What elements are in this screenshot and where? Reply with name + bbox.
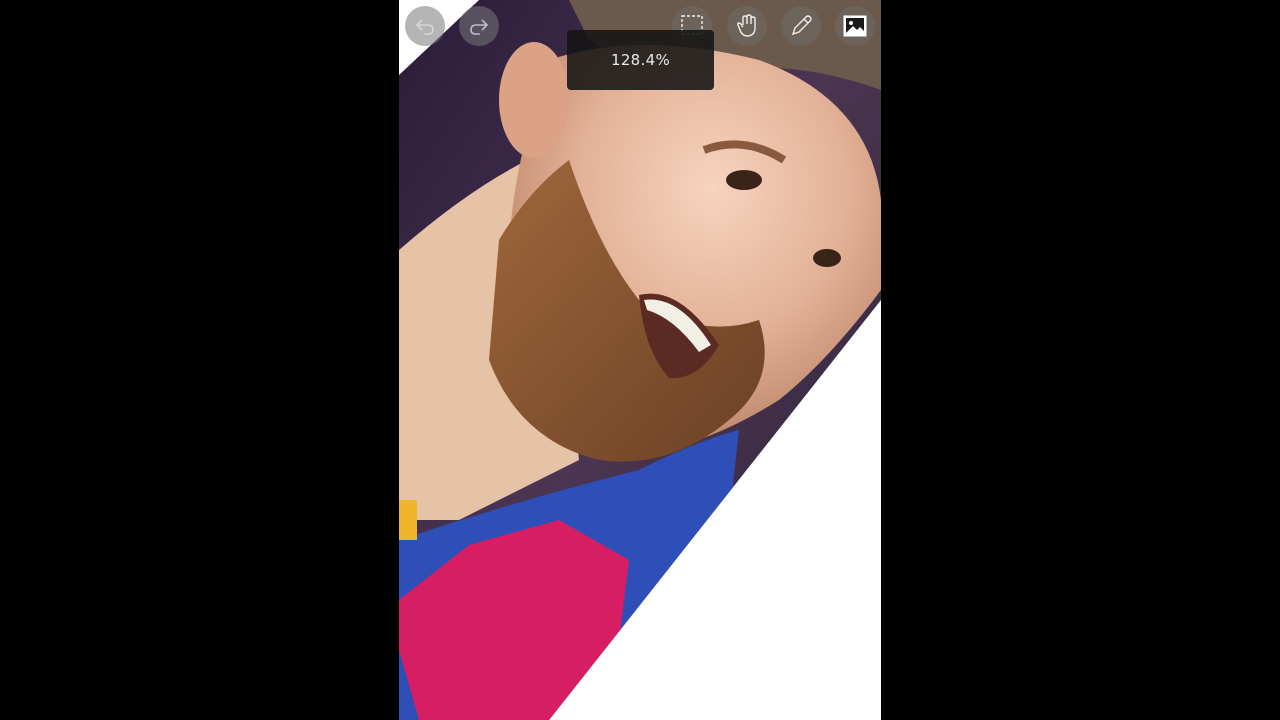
undo-icon (413, 14, 437, 38)
drawing-canvas[interactable]: 128.4% (399, 0, 881, 720)
image-icon (842, 13, 868, 39)
undo-button[interactable] (405, 6, 445, 46)
zoom-level-text: 128.4% (611, 51, 670, 69)
redo-button[interactable] (459, 6, 499, 46)
hand-pan-icon (734, 13, 760, 39)
pen-tool-button[interactable] (781, 6, 821, 46)
hand-tool-button[interactable] (727, 6, 767, 46)
pen-icon (788, 13, 814, 39)
redo-icon (467, 14, 491, 38)
image-layer-button[interactable] (835, 6, 875, 46)
zoom-level-indicator: 128.4% (567, 30, 714, 90)
canvas-photo-layer[interactable] (399, 0, 881, 720)
screen-background: 128.4% (0, 0, 1280, 720)
